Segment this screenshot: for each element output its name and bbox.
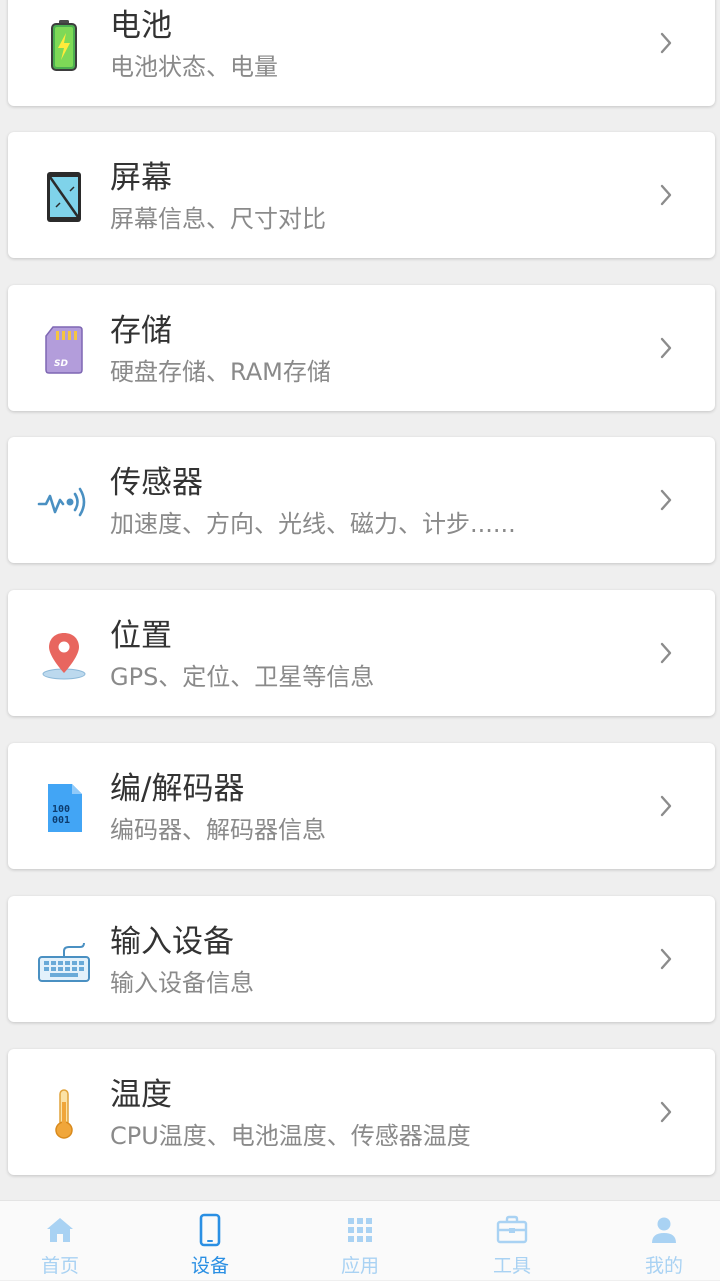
item-title: 编/解码器 [110, 771, 244, 807]
item-title: 存储 [110, 313, 172, 349]
chevron-right-icon [653, 182, 679, 208]
chevron-right-icon [653, 335, 679, 361]
list-item-codec[interactable]: 100 001 编/解码器 编码器、解码器信息 [8, 743, 715, 869]
battery-icon [36, 17, 92, 73]
tab-apps[interactable]: 应用 [300, 1201, 420, 1281]
chevron-right-icon [653, 487, 679, 513]
item-title: 屏幕 [110, 160, 172, 196]
location-pin-icon [36, 627, 92, 683]
bottom-tab-bar: 首页 设备 应用 [0, 1200, 720, 1280]
chevron-right-icon [653, 640, 679, 666]
item-subtitle: GPS、定位、卫星等信息 [110, 662, 374, 692]
thermometer-icon [36, 1086, 92, 1142]
tab-mine[interactable]: 我的 [604, 1201, 720, 1281]
chevron-right-icon [653, 793, 679, 819]
svg-text:001: 001 [52, 815, 70, 826]
item-subtitle: 屏幕信息、尺寸对比 [110, 204, 326, 234]
chevron-right-icon [653, 30, 679, 56]
tab-label: 我的 [645, 1251, 683, 1278]
tab-device[interactable]: 设备 [150, 1201, 270, 1281]
item-subtitle: 编码器、解码器信息 [110, 815, 326, 845]
list-item-sensor[interactable]: 传感器 加速度、方向、光线、磁力、计步...... [8, 437, 715, 563]
chevron-right-icon [653, 1099, 679, 1125]
tab-home[interactable]: 首页 [0, 1201, 120, 1281]
grid-icon [343, 1213, 377, 1247]
list-item-screen[interactable]: 屏幕 屏幕信息、尺寸对比 [8, 132, 715, 258]
screen-icon [36, 169, 92, 225]
codec-file-icon: 100 001 [36, 780, 92, 836]
item-subtitle: 电池状态、电量 [110, 52, 278, 82]
item-subtitle: 输入设备信息 [110, 968, 254, 998]
tab-label: 首页 [41, 1251, 79, 1278]
item-title: 位置 [110, 618, 172, 654]
item-subtitle: 硬盘存储、RAM存储 [110, 357, 331, 387]
person-icon [647, 1213, 681, 1247]
list-item-input-devices[interactable]: 输入设备 输入设备信息 [8, 896, 715, 1022]
list-item-battery[interactable]: 电池 电池状态、电量 [8, 0, 715, 106]
item-title: 温度 [110, 1077, 172, 1113]
tab-tools[interactable]: 工具 [452, 1201, 572, 1281]
tab-label: 设备 [191, 1251, 229, 1278]
home-icon [43, 1213, 77, 1247]
sensor-icon [36, 474, 92, 530]
svg-text:100: 100 [52, 804, 70, 815]
item-subtitle: CPU温度、电池温度、传感器温度 [110, 1121, 471, 1151]
item-title: 输入设备 [110, 924, 234, 960]
phone-icon [193, 1213, 227, 1247]
item-title: 电池 [110, 8, 172, 44]
list-item-temperature[interactable]: 温度 CPU温度、电池温度、传感器温度 [8, 1049, 715, 1175]
toolbox-icon [495, 1213, 529, 1247]
svg-text:SD: SD [54, 359, 68, 369]
keyboard-icon [36, 933, 92, 989]
tab-label: 应用 [341, 1251, 379, 1278]
list-item-location[interactable]: 位置 GPS、定位、卫星等信息 [8, 590, 715, 716]
sd-card-icon: SD [36, 322, 92, 378]
tab-label: 工具 [493, 1251, 531, 1278]
item-subtitle: 加速度、方向、光线、磁力、计步...... [110, 509, 516, 539]
item-title: 传感器 [110, 465, 203, 501]
chevron-right-icon [653, 946, 679, 972]
list-item-storage[interactable]: SD 存储 硬盘存储、RAM存储 [8, 285, 715, 411]
